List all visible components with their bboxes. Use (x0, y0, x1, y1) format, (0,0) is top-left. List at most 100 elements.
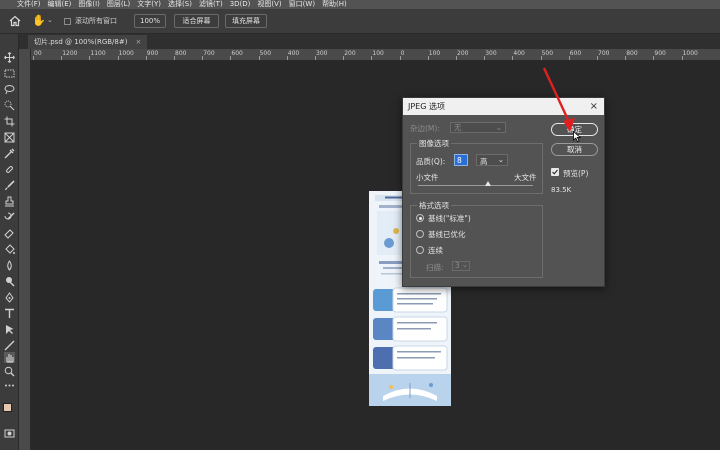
vertical-ruler (19, 49, 31, 450)
scroll-all-windows-label: 滚动所有窗口 (75, 17, 117, 25)
home-icon[interactable] (9, 15, 21, 27)
close-tab-icon[interactable]: × (135, 38, 141, 46)
blur-tool-icon[interactable] (4, 260, 15, 271)
baseline-standard-radio[interactable] (416, 214, 424, 222)
dodge-tool-icon[interactable] (4, 276, 15, 287)
quality-preset-select[interactable]: 高 ⌄ (476, 154, 508, 166)
lasso-tool-icon[interactable] (4, 84, 15, 95)
document-tab-title: 切片.psd @ 100%(RGB/8#) (34, 38, 128, 46)
menu-item[interactable]: 视图(V) (257, 0, 281, 9)
baseline-standard-label: 基线("标准") (428, 214, 471, 223)
zoom-level-button[interactable]: 100% (134, 14, 166, 28)
hand-tool-icon[interactable] (4, 352, 15, 363)
document-tab-bar: 切片.psd @ 100%(RGB/8#) × (19, 34, 720, 49)
preview-label: 预览(P) (563, 169, 589, 178)
menu-item[interactable]: 帮助(H) (322, 0, 347, 9)
move-tool-icon[interactable] (4, 52, 15, 63)
baseline-optimized-radio[interactable] (416, 230, 424, 238)
format-options-legend: 格式选项 (417, 200, 451, 211)
annotation-arrow-icon (542, 67, 575, 132)
menu-item[interactable]: 图层(L) (107, 0, 130, 9)
scans-value: 3 (455, 261, 460, 270)
ruler-tick-label: 600 (231, 50, 243, 57)
baseline-optimized-label: 基线已优化 (428, 230, 466, 239)
close-icon[interactable]: × (590, 98, 598, 115)
ruler-tick-label: 900 (146, 50, 159, 57)
ruler-tick-label: 700 (598, 50, 610, 57)
scans-select[interactable]: 3 ⌄ (452, 261, 470, 271)
fit-screen-button[interactable]: 适合屏幕 (174, 14, 219, 28)
ruler-tick-label: 300 (485, 50, 497, 57)
type-tool-icon[interactable] (4, 308, 15, 319)
pen-tool-icon[interactable] (4, 292, 15, 303)
menu-item[interactable]: 窗口(W) (289, 0, 315, 9)
ruler-tick-label: 1200 (62, 50, 78, 57)
fill-screen-button[interactable]: 填充屏幕 (225, 14, 267, 28)
healing-brush-tool-icon[interactable] (4, 164, 15, 175)
horizontal-ruler: 00 1200 1100 1000 900 800 700 600 500 400 300 200 10… (31, 49, 720, 61)
menu-item[interactable]: 文件(F) (17, 0, 41, 9)
ruler-tick-label: 500 (259, 50, 272, 57)
ruler-tick-label: 1000 (118, 50, 134, 57)
more-tools-icon[interactable] (4, 380, 15, 391)
brush-tool-icon[interactable] (4, 180, 15, 191)
ruler-tick-label: 300 (316, 50, 328, 57)
clone-stamp-tool-icon[interactable] (4, 196, 15, 207)
eyedropper-tool-icon[interactable] (4, 148, 15, 159)
ruler-tick-label: 700 (203, 50, 215, 57)
paint-bucket-tool-icon[interactable] (4, 244, 15, 255)
matte-select[interactable]: 无 ⌄ (450, 122, 506, 133)
ruler-tick-label: 0 (400, 50, 405, 57)
ruler-tick-label: 100 (428, 50, 441, 57)
marquee-tool-icon[interactable] (4, 68, 15, 79)
checkbox-box[interactable] (64, 17, 71, 25)
crop-tool-icon[interactable] (4, 116, 15, 127)
document-tab[interactable]: 切片.psd @ 100%(RGB/8#) × (28, 35, 148, 49)
large-file-label: 大文件 (514, 173, 537, 182)
hand-tool-icon[interactable]: ✋ (32, 15, 46, 27)
scroll-all-windows-checkbox[interactable]: 滚动所有窗口 (64, 16, 117, 26)
line-tool-icon[interactable] (4, 340, 15, 351)
matte-label: 杂边(M): (410, 124, 440, 133)
quality-slider-thumb[interactable] (485, 181, 492, 186)
quality-slider-track[interactable] (418, 185, 533, 186)
ruler-tick-label: 00 (34, 50, 42, 57)
chevron-down-icon[interactable]: ⌄ (47, 16, 53, 24)
ruler-tick-label: 800 (626, 50, 638, 57)
progressive-label: 连续 (428, 246, 443, 255)
quality-label: 品质(Q): (416, 157, 446, 166)
menu-item[interactable]: 3D(D) (230, 0, 251, 9)
eraser-tool-icon[interactable] (4, 228, 15, 239)
file-size-label: 83.5K (551, 186, 572, 194)
path-selection-tool-icon[interactable] (4, 324, 15, 335)
options-bar: ✋ ⌄ 滚动所有窗口 100% 适合屏幕 填充屏幕 (0, 9, 720, 34)
quick-mask-icon[interactable] (4, 428, 15, 439)
menu-item[interactable]: 编辑(E) (48, 0, 72, 9)
image-options-group (410, 143, 543, 194)
foreground-color-swatch[interactable] (3, 403, 12, 412)
quality-input[interactable]: 8 (454, 154, 468, 166)
ruler-tick-label: 400 (287, 50, 300, 57)
image-options-legend: 图像选项 (417, 138, 451, 149)
frame-tool-icon[interactable] (4, 132, 15, 143)
ruler-tick-label: 200 (457, 50, 469, 57)
ruler-tick-label: 800 (175, 50, 187, 57)
quality-preset-value: 高 (480, 157, 488, 166)
ruler-tick-label: 100 (372, 50, 384, 57)
ruler-tick-label: 500 (541, 50, 554, 57)
cancel-button[interactable]: 取消 (551, 143, 598, 156)
chevron-down-icon: ⌄ (497, 155, 504, 164)
quick-selection-tool-icon[interactable] (4, 100, 15, 111)
menu-item[interactable]: 图像(I) (78, 0, 100, 9)
preview-checkbox[interactable] (551, 168, 559, 176)
menu-item[interactable]: 选择(S) (168, 0, 192, 9)
quality-value: 8 (457, 156, 462, 165)
tools-panel (0, 34, 19, 450)
history-brush-tool-icon[interactable] (4, 212, 15, 223)
chevron-down-icon: ⌄ (461, 260, 468, 269)
scans-label: 扫描: (426, 263, 444, 272)
menu-item[interactable]: 文字(Y) (137, 0, 161, 9)
progressive-radio[interactable] (416, 246, 424, 254)
zoom-tool-icon[interactable] (4, 366, 15, 377)
menu-item[interactable]: 滤镜(T) (199, 0, 223, 9)
